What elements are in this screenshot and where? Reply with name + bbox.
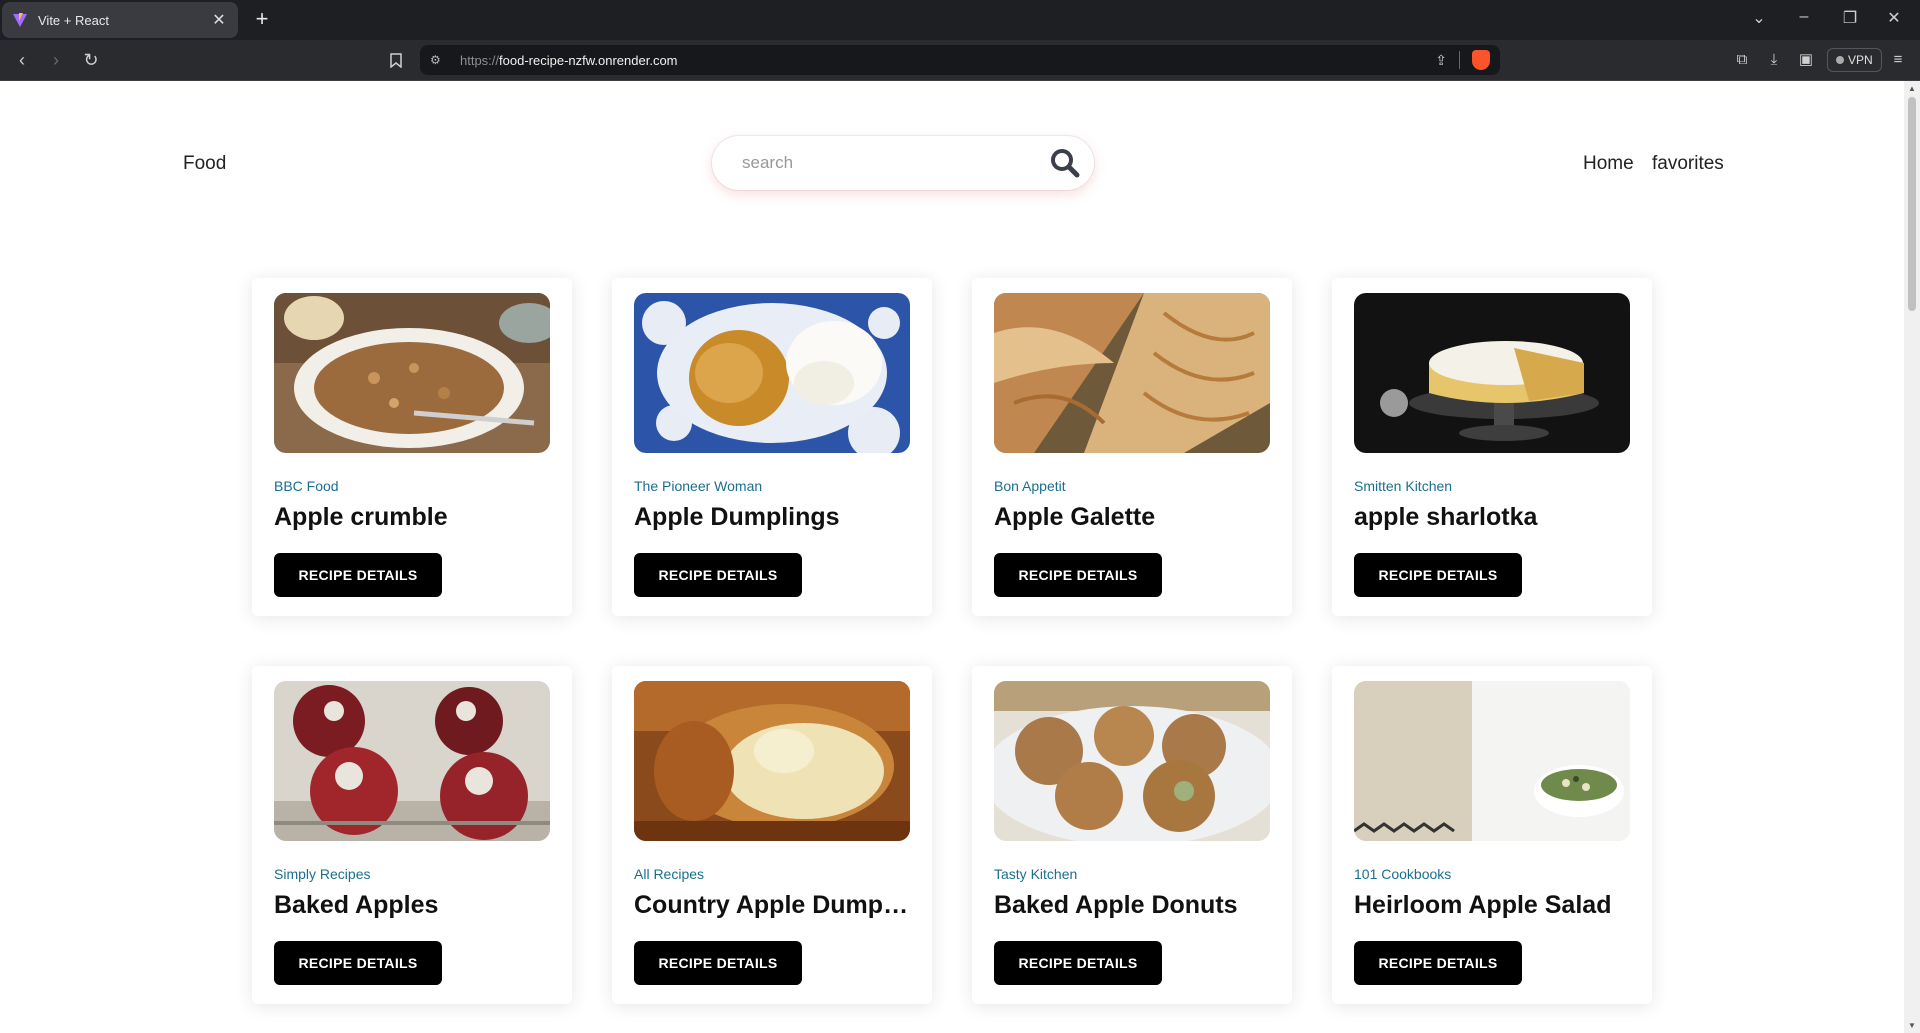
- search-input[interactable]: [742, 150, 1032, 176]
- apple-crumble-image: [274, 293, 550, 453]
- baked-apple-donuts-image: [994, 681, 1270, 841]
- share-icon[interactable]: ⇪: [1435, 52, 1447, 69]
- recipe-title: Apple Dumplings: [634, 503, 840, 531]
- search-box[interactable]: [712, 136, 1094, 190]
- recipe-title: Baked Apples: [274, 891, 439, 919]
- browser-tab[interactable]: Vite + React ✕: [2, 2, 238, 38]
- reload-icon[interactable]: ↻: [79, 48, 103, 72]
- back-icon[interactable]: ‹: [10, 48, 34, 72]
- search-icon[interactable]: [1050, 148, 1080, 178]
- recipe-publisher: 101 Cookbooks: [1354, 866, 1452, 882]
- address-bar[interactable]: ⚙ https:// food-recipe-nzfw.onrender.com…: [420, 45, 1500, 75]
- recipe-title: Country Apple Dumpli...: [634, 891, 914, 919]
- minimize-icon[interactable]: –: [1792, 8, 1816, 26]
- recipe-details-button[interactable]: RECIPE DETAILS: [634, 553, 802, 597]
- sidebar-icon[interactable]: ▣: [1794, 48, 1818, 72]
- extensions-icon[interactable]: ⧉: [1730, 48, 1754, 72]
- recipe-card: Tasty Kitchen Baked Apple Donuts RECIPE …: [972, 666, 1292, 1004]
- vpn-label: VPN: [1848, 53, 1873, 67]
- recipe-publisher: Tasty Kitchen: [994, 866, 1078, 882]
- recipe-publisher: Smitten Kitchen: [1354, 478, 1453, 494]
- recipe-card: Bon Appetit Apple Galette RECIPE DETAILS: [972, 278, 1292, 616]
- recipe-publisher: Bon Appetit: [994, 478, 1066, 494]
- download-icon[interactable]: ⤓: [1762, 48, 1786, 72]
- close-tab-icon[interactable]: ✕: [210, 10, 228, 30]
- nav-home-link[interactable]: Home: [1583, 153, 1634, 175]
- browser-toolbar: ‹ › ↻ ⚙ https:// food-recipe-nzfw.onrend…: [0, 40, 1920, 81]
- recipe-card: Simply Recipes Baked Apples RECIPE DETAI…: [252, 666, 572, 1004]
- vite-logo-icon: [13, 13, 27, 27]
- recipe-publisher: The Pioneer Woman: [634, 478, 763, 494]
- restore-icon[interactable]: ❐: [1838, 8, 1862, 28]
- recipe-card: All Recipes Country Apple Dumpli... RECI…: [612, 666, 932, 1004]
- vpn-status-icon: [1836, 56, 1844, 64]
- country-apple-dumplings-image: [634, 681, 910, 841]
- recipe-details-button[interactable]: RECIPE DETAILS: [994, 941, 1162, 985]
- web-page: Food Home favorites BBC Food Apple crumb…: [0, 81, 1904, 1033]
- scrollbar-thumb[interactable]: [1908, 97, 1916, 311]
- scroll-down-icon[interactable]: ▼: [1904, 1021, 1920, 1030]
- recipe-title: apple sharlotka: [1354, 503, 1538, 531]
- recipe-card: BBC Food Apple crumble RECIPE DETAILS: [252, 278, 572, 616]
- menu-icon[interactable]: ≡: [1886, 48, 1910, 72]
- apple-galette-image: [994, 293, 1270, 453]
- brave-shields-icon[interactable]: [1472, 50, 1490, 70]
- forward-icon[interactable]: ›: [44, 48, 68, 72]
- site-logo[interactable]: Food: [183, 153, 226, 175]
- browser-tab-bar: Vite + React ✕ + ⌄ – ❐ ✕: [0, 0, 1920, 40]
- recipe-details-button[interactable]: RECIPE DETAILS: [274, 941, 442, 985]
- nav-favorites-link[interactable]: favorites: [1652, 153, 1724, 175]
- page-scrollbar[interactable]: ▲ ▼: [1904, 81, 1920, 1033]
- recipe-details-button[interactable]: RECIPE DETAILS: [994, 553, 1162, 597]
- close-window-icon[interactable]: ✕: [1882, 8, 1906, 28]
- heirloom-apple-salad-image: [1354, 681, 1630, 841]
- recipe-card: The Pioneer Woman Apple Dumplings RECIPE…: [612, 278, 932, 616]
- recipe-details-button[interactable]: RECIPE DETAILS: [634, 941, 802, 985]
- recipe-card: Smitten Kitchen apple sharlotka RECIPE D…: [1332, 278, 1652, 616]
- bookmark-icon[interactable]: [384, 48, 408, 72]
- new-tab-icon[interactable]: +: [250, 8, 274, 30]
- recipe-details-button[interactable]: RECIPE DETAILS: [274, 553, 442, 597]
- apple-sharlotka-image: [1354, 293, 1630, 453]
- tab-title: Vite + React: [38, 12, 109, 28]
- recipe-publisher: All Recipes: [634, 866, 705, 882]
- recipe-publisher: Simply Recipes: [274, 866, 371, 882]
- url-scheme: https://: [460, 52, 500, 68]
- recipe-publisher: BBC Food: [274, 478, 339, 494]
- vpn-button[interactable]: VPN: [1827, 48, 1882, 72]
- recipe-details-button[interactable]: RECIPE DETAILS: [1354, 553, 1522, 597]
- site-settings-icon[interactable]: ⚙: [430, 53, 448, 67]
- recipe-title: Baked Apple Donuts: [994, 891, 1238, 919]
- tab-list-chevron-icon[interactable]: ⌄: [1747, 8, 1771, 28]
- recipe-details-button[interactable]: RECIPE DETAILS: [1354, 941, 1522, 985]
- url-host: food-recipe-nzfw.onrender.com: [499, 52, 678, 68]
- apple-dumplings-image: [634, 293, 910, 453]
- baked-apples-image: [274, 681, 550, 841]
- divider: [1459, 51, 1460, 69]
- recipe-title: Heirloom Apple Salad: [1354, 891, 1612, 919]
- scroll-up-icon[interactable]: ▲: [1904, 84, 1920, 93]
- recipe-title: Apple Galette: [994, 503, 1156, 531]
- recipe-title: Apple crumble: [274, 503, 448, 531]
- recipe-card: 101 Cookbooks Heirloom Apple Salad RECIP…: [1332, 666, 1652, 1004]
